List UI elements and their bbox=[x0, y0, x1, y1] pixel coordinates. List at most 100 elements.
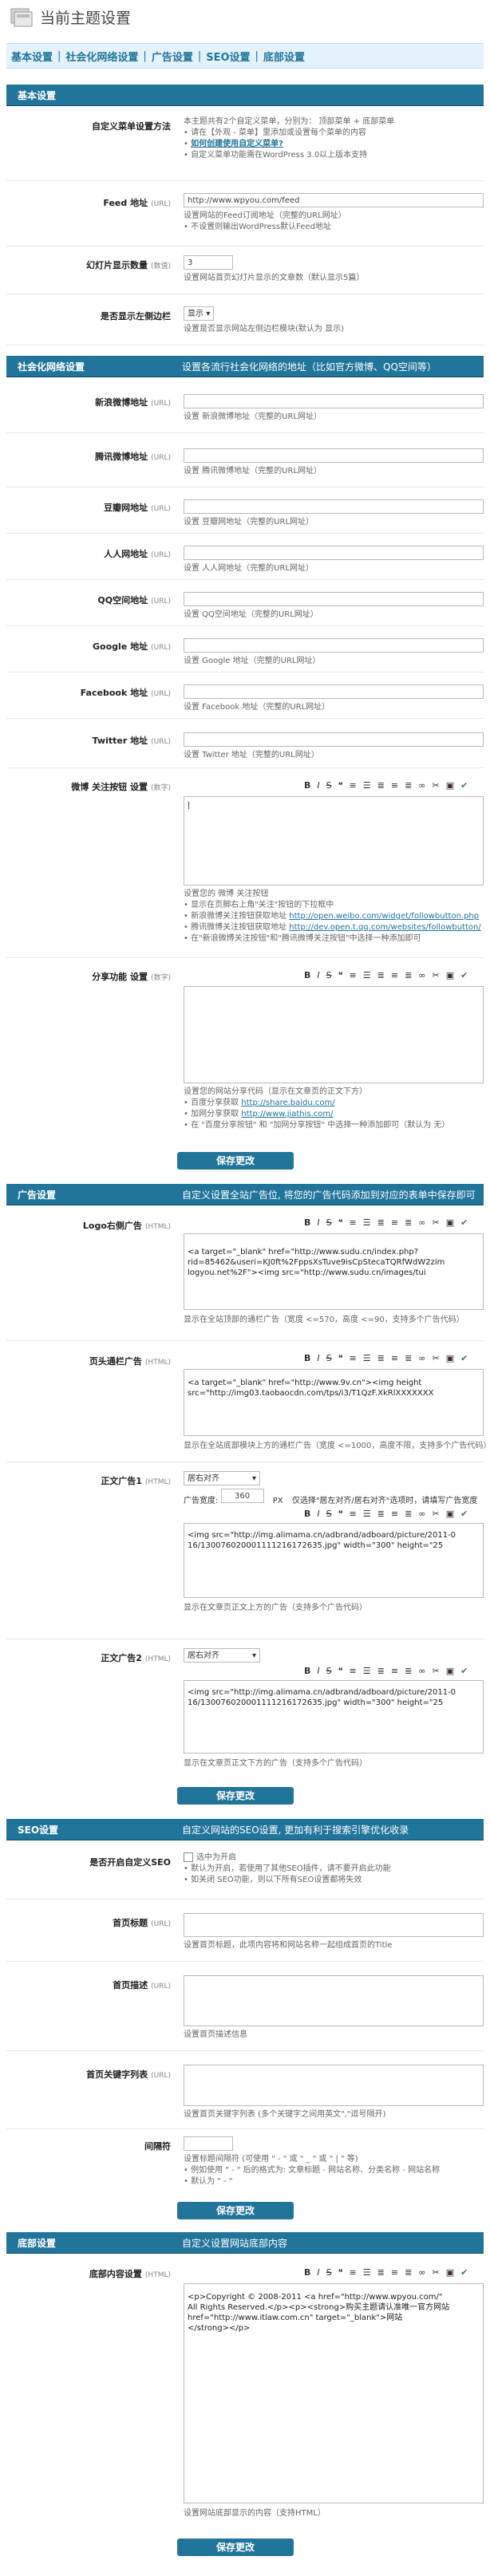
slides-count-input[interactable]: 3 bbox=[184, 255, 233, 270]
unlink-icon[interactable]: ✂ bbox=[431, 1353, 440, 1363]
check-icon[interactable]: ✔ bbox=[460, 1217, 468, 1228]
douban-input[interactable] bbox=[184, 499, 484, 514]
article-ad2-align-select[interactable]: 居右对齐 ▾ bbox=[184, 1648, 260, 1663]
check-icon[interactable]: ✔ bbox=[460, 780, 468, 791]
google-input[interactable] bbox=[184, 638, 484, 653]
share-textarea[interactable] bbox=[184, 986, 484, 1083]
image-icon[interactable]: ▣ bbox=[445, 970, 455, 980]
bold-button[interactable]: B bbox=[303, 1217, 311, 1228]
check-icon[interactable]: ✔ bbox=[460, 1509, 468, 1519]
unlink-icon[interactable]: ✂ bbox=[431, 1217, 440, 1228]
logo-ad-textarea[interactable]: <a target="_blank" href="http://www.sudu… bbox=[184, 1233, 484, 1310]
strike-button[interactable]: S bbox=[326, 1217, 333, 1228]
unlink-icon[interactable]: ✂ bbox=[431, 1509, 440, 1519]
baidu-share-link[interactable]: http://share.baidu.com/ bbox=[241, 1099, 334, 1107]
unlink-icon[interactable]: ✂ bbox=[431, 1666, 440, 1676]
quote-icon[interactable]: ❝ bbox=[338, 1509, 344, 1519]
sidebar-select[interactable]: 显示 ▾ bbox=[184, 306, 215, 321]
align-right-icon[interactable]: ≣ bbox=[404, 1217, 413, 1228]
footer-content-textarea[interactable]: <p>Copyright © 2008-2011 <a href="http:/… bbox=[184, 2283, 484, 2503]
list-ordered-icon[interactable]: ☰ bbox=[362, 1217, 372, 1228]
link-icon[interactable]: ∞ bbox=[417, 1353, 426, 1363]
bold-button[interactable]: B bbox=[303, 970, 311, 980]
tab-seo[interactable]: SEO设置 bbox=[201, 49, 255, 64]
align-center-icon[interactable]: ≡ bbox=[390, 1353, 399, 1363]
home-keywords-textarea[interactable] bbox=[184, 2065, 484, 2106]
check-icon[interactable]: ✔ bbox=[460, 1353, 468, 1363]
separator-input[interactable] bbox=[184, 2136, 233, 2151]
link-icon[interactable]: ∞ bbox=[417, 780, 426, 791]
weibo-follow-textarea[interactable]: | bbox=[184, 796, 484, 886]
italic-button[interactable]: I bbox=[316, 1509, 320, 1519]
header-banner-ad-textarea[interactable]: <a target="_blank" href="http://www.9v.c… bbox=[184, 1369, 484, 1436]
article-ad1-align-select[interactable]: 居右对齐 ▾ bbox=[184, 1471, 260, 1485]
align-left-icon[interactable]: ≣ bbox=[377, 1353, 385, 1363]
italic-button[interactable]: I bbox=[316, 1353, 320, 1363]
image-icon[interactable]: ▣ bbox=[445, 1666, 455, 1676]
italic-button[interactable]: I bbox=[316, 1217, 320, 1228]
quote-icon[interactable]: ❝ bbox=[338, 1666, 344, 1676]
strike-button[interactable]: S bbox=[326, 1666, 333, 1676]
align-center-icon[interactable]: ≡ bbox=[390, 1509, 399, 1519]
strike-button[interactable]: S bbox=[326, 970, 333, 980]
align-left-icon[interactable]: ≣ bbox=[377, 1509, 385, 1519]
align-left-icon[interactable]: ≣ bbox=[377, 2267, 385, 2278]
strike-button[interactable]: S bbox=[326, 1353, 333, 1363]
facebook-input[interactable] bbox=[184, 684, 484, 699]
align-right-icon[interactable]: ≣ bbox=[404, 780, 413, 791]
home-title-input[interactable] bbox=[184, 1913, 484, 1937]
jiathis-link[interactable]: http://www.jiathis.com/ bbox=[241, 1110, 333, 1118]
align-left-icon[interactable]: ≣ bbox=[377, 1217, 385, 1228]
save-button[interactable]: 保存更改 bbox=[177, 1787, 294, 1805]
quote-icon[interactable]: ❝ bbox=[338, 1353, 344, 1363]
save-button[interactable]: 保存更改 bbox=[177, 2202, 294, 2219]
link-icon[interactable]: ∞ bbox=[417, 1217, 426, 1228]
bold-button[interactable]: B bbox=[303, 2267, 311, 2278]
link-icon[interactable]: ∞ bbox=[417, 2267, 426, 2278]
sina-weibo-input[interactable] bbox=[184, 394, 484, 408]
image-icon[interactable]: ▣ bbox=[445, 1217, 455, 1228]
list-icon[interactable]: ≡ bbox=[349, 2267, 358, 2278]
strike-button[interactable]: S bbox=[326, 2267, 333, 2278]
list-ordered-icon[interactable]: ☰ bbox=[362, 1353, 372, 1363]
renren-input[interactable] bbox=[184, 546, 484, 560]
list-ordered-icon[interactable]: ☰ bbox=[362, 1509, 372, 1519]
align-right-icon[interactable]: ≣ bbox=[404, 1509, 413, 1519]
align-right-icon[interactable]: ≣ bbox=[404, 1353, 413, 1363]
quote-icon[interactable]: ❝ bbox=[338, 2267, 344, 2278]
home-desc-textarea[interactable] bbox=[184, 1975, 484, 2026]
menu-help-link[interactable]: 如何创建使用自定义菜单? bbox=[191, 140, 283, 148]
check-icon[interactable]: ✔ bbox=[460, 1666, 468, 1676]
list-icon[interactable]: ≡ bbox=[349, 970, 358, 980]
list-icon[interactable]: ≡ bbox=[349, 1509, 358, 1519]
strike-button[interactable]: S bbox=[326, 780, 333, 791]
twitter-input[interactable] bbox=[184, 732, 484, 747]
check-icon[interactable]: ✔ bbox=[460, 970, 468, 980]
list-icon[interactable]: ≡ bbox=[349, 780, 358, 791]
tab-ads[interactable]: 广告设置 bbox=[147, 49, 198, 64]
align-left-icon[interactable]: ≣ bbox=[377, 1666, 385, 1676]
sina-follow-link[interactable]: http://open.weibo.com/widget/followbutto… bbox=[289, 912, 479, 921]
list-icon[interactable]: ≡ bbox=[349, 1666, 358, 1676]
list-icon[interactable]: ≡ bbox=[349, 1353, 358, 1363]
image-icon[interactable]: ▣ bbox=[445, 2267, 455, 2278]
list-icon[interactable]: ≡ bbox=[349, 1217, 358, 1228]
link-icon[interactable]: ∞ bbox=[417, 1509, 426, 1519]
align-left-icon[interactable]: ≣ bbox=[377, 780, 385, 791]
article-ad2-textarea[interactable]: <img src="http://img.alimama.cn/adbrand/… bbox=[184, 1680, 484, 1753]
align-center-icon[interactable]: ≡ bbox=[390, 1666, 399, 1676]
align-center-icon[interactable]: ≡ bbox=[390, 780, 399, 791]
link-icon[interactable]: ∞ bbox=[417, 970, 426, 980]
save-button[interactable]: 保存更改 bbox=[177, 2539, 294, 2556]
tencent-weibo-input[interactable] bbox=[184, 448, 484, 463]
italic-button[interactable]: I bbox=[316, 970, 320, 980]
ad-width-input[interactable]: 360 bbox=[220, 1489, 264, 1503]
italic-button[interactable]: I bbox=[316, 1666, 320, 1676]
align-right-icon[interactable]: ≣ bbox=[404, 1666, 413, 1676]
tab-basic[interactable]: 基本设置 bbox=[6, 49, 57, 64]
list-ordered-icon[interactable]: ☰ bbox=[362, 780, 372, 791]
feed-url-input[interactable]: http://www.wpyou.com/feed bbox=[184, 193, 484, 207]
tab-footer[interactable]: 底部设置 bbox=[259, 49, 310, 64]
article-ad1-textarea[interactable]: <img src="http://img.alimama.cn/adbrand/… bbox=[184, 1523, 484, 1598]
qzone-input[interactable] bbox=[184, 592, 484, 606]
